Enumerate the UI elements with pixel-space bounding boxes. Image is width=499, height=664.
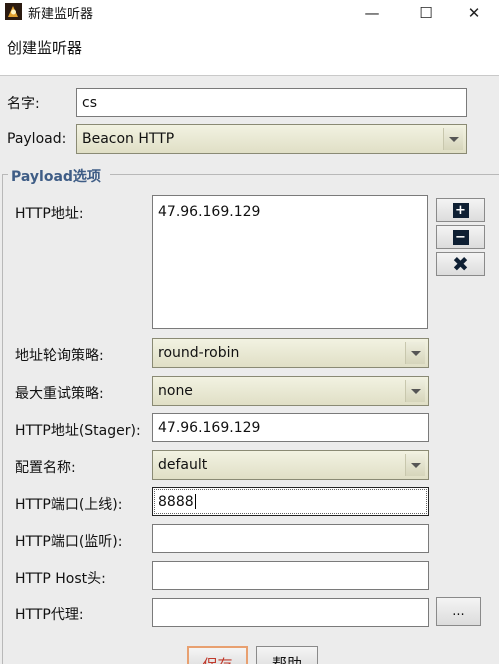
port-c2-value: 8888 (158, 493, 194, 510)
dialog-subtitle: 创建监听器 (7, 39, 83, 57)
http-hosts-label: HTTP地址: (15, 206, 84, 222)
text-caret (194, 494, 196, 509)
profile-label: 配置名称: (15, 460, 76, 476)
stager-host-value: 47.96.169.129 (158, 419, 261, 436)
group-border-left (2, 174, 3, 664)
proxy-input[interactable] (152, 598, 429, 627)
chevron-down-icon (405, 380, 425, 402)
rotation-strategy-select[interactable]: round-robin (152, 338, 429, 368)
group-border-top (2, 174, 8, 175)
minus-icon: − (452, 229, 469, 245)
plus-icon: + (452, 202, 469, 218)
add-host-button[interactable]: + (436, 198, 485, 222)
proxy-label: HTTP代理: (15, 607, 84, 623)
chevron-down-icon (405, 454, 425, 476)
host-header-input[interactable] (152, 561, 429, 590)
rotation-strategy-label: 地址轮询策略: (15, 348, 104, 364)
window-title: 新建监听器 (28, 7, 94, 22)
max-retry-select[interactable]: none (152, 376, 429, 406)
clear-hosts-button[interactable]: ✖ (436, 252, 485, 276)
minimize-button[interactable]: — (350, 0, 394, 26)
payload-select[interactable]: Beacon HTTP (76, 124, 467, 154)
name-input[interactable]: cs (76, 88, 467, 117)
chevron-down-icon (443, 128, 463, 150)
profile-select[interactable]: default (152, 450, 429, 480)
maximize-button[interactable]: ☐ (404, 0, 448, 26)
profile-value: default (158, 457, 208, 473)
stager-host-label: HTTP地址(Stager): (15, 423, 141, 439)
max-retry-value: none (158, 383, 193, 399)
port-bind-input[interactable] (152, 524, 429, 553)
http-hosts-list[interactable]: 47.96.169.129 (152, 195, 428, 329)
chevron-down-icon (405, 342, 425, 364)
max-retry-label: 最大重试策略: (15, 386, 104, 402)
stager-host-input[interactable]: 47.96.169.129 (152, 413, 429, 442)
port-c2-label: HTTP端口(上线): (15, 497, 123, 513)
name-label: 名字: (7, 96, 40, 112)
port-c2-input[interactable]: 8888 (152, 487, 429, 516)
help-button[interactable]: 帮助 (256, 646, 318, 664)
payload-select-value: Beacon HTTP (82, 131, 175, 147)
app-icon (5, 3, 22, 20)
close-button[interactable]: ✕ (452, 0, 496, 26)
http-hosts-value: 47.96.169.129 (158, 204, 261, 220)
remove-host-button[interactable]: − (436, 225, 485, 249)
payload-label: Payload: (7, 131, 67, 147)
x-icon: ✖ (452, 252, 469, 276)
name-value: cs (82, 94, 97, 111)
dialog-header: 创建监听器 (0, 26, 499, 76)
group-border-top-right (110, 174, 499, 175)
host-header-label: HTTP Host头: (15, 571, 106, 587)
title-bar: 新建监听器 — ☐ ✕ (0, 0, 499, 26)
proxy-config-button[interactable]: ... (436, 597, 481, 626)
payload-options-group-title: Payload选项 (11, 169, 101, 185)
port-bind-label: HTTP端口(监听): (15, 534, 123, 550)
save-button[interactable]: 保存 (187, 646, 248, 664)
rotation-strategy-value: round-robin (158, 345, 240, 361)
